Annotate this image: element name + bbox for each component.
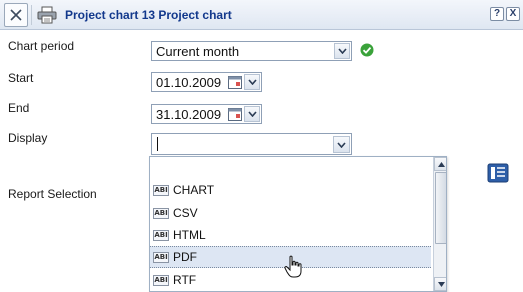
chevron-down-icon (247, 79, 257, 85)
print-icon (37, 6, 57, 24)
start-label: Start (8, 71, 34, 85)
chart-period-select[interactable]: Current month (151, 41, 352, 61)
end-calendar-button[interactable] (227, 106, 243, 122)
calendar-icon (228, 75, 242, 89)
chevron-down-icon (247, 111, 257, 117)
display-label: Display (8, 131, 48, 145)
print-button[interactable] (35, 3, 59, 27)
list-item-label: CHART (173, 183, 215, 197)
close-button[interactable] (4, 3, 28, 27)
window-close-button[interactable]: X (506, 7, 520, 21)
close-icon (10, 9, 22, 21)
text-field-icon: ABI (153, 229, 169, 241)
chart-period-dropdown-button[interactable] (334, 43, 350, 59)
hand-pointer-icon (284, 255, 302, 278)
text-field-icon: ABI (153, 251, 169, 263)
end-label: End (8, 101, 30, 115)
help-icon: ? (493, 8, 501, 19)
triangle-down-icon (437, 281, 445, 287)
triangle-up-icon (437, 161, 445, 167)
list-item-label: CSV (173, 206, 198, 220)
start-dropdown-button[interactable] (244, 74, 260, 90)
scrollbar-thumb[interactable] (435, 172, 446, 244)
check-ok-icon (360, 43, 374, 57)
chevron-down-icon (337, 48, 347, 54)
start-date-field[interactable]: 01.10.2009 (151, 72, 262, 92)
chart-period-label: Chart period (8, 39, 75, 53)
end-dropdown-button[interactable] (244, 106, 260, 122)
end-date-field[interactable]: 31.10.2009 (151, 104, 262, 124)
start-date-value: 01.10.2009 (156, 75, 222, 90)
list-item-label: RTF (173, 273, 197, 287)
report-list-icon[interactable] (487, 163, 509, 183)
close-icon: X (509, 8, 517, 19)
report-selection-label: Report Selection (8, 187, 97, 201)
display-combobox[interactable] (151, 133, 352, 155)
window-titlebar: Project chart 13 Project chart ? X (0, 0, 523, 30)
list-item-chart[interactable]: ABI CHART (150, 179, 431, 201)
list-item-html[interactable]: ABI HTML (150, 224, 431, 246)
scroll-up-button[interactable] (434, 157, 446, 171)
list-item-csv[interactable]: ABI CSV (150, 202, 431, 224)
list-item-label: PDF (173, 250, 197, 264)
list-item-empty[interactable] (150, 159, 431, 181)
window-title: Project chart 13 Project chart (65, 8, 232, 22)
chevron-down-icon (337, 141, 346, 148)
list-item-label: HTML (173, 228, 206, 242)
display-dropdown-button[interactable] (333, 136, 350, 153)
calendar-icon (228, 107, 242, 121)
text-field-icon: ABI (153, 274, 169, 286)
text-caret (157, 137, 158, 151)
text-field-icon: ABI (153, 207, 169, 219)
help-button[interactable]: ? (490, 7, 504, 21)
chart-period-value: Current month (156, 44, 240, 59)
text-field-icon: ABI (153, 184, 169, 196)
end-date-value: 31.10.2009 (156, 107, 222, 122)
toolbar-divider (31, 5, 32, 25)
start-calendar-button[interactable] (227, 74, 243, 90)
scroll-down-button[interactable] (434, 277, 446, 291)
vertical-scrollbar[interactable] (433, 157, 446, 291)
